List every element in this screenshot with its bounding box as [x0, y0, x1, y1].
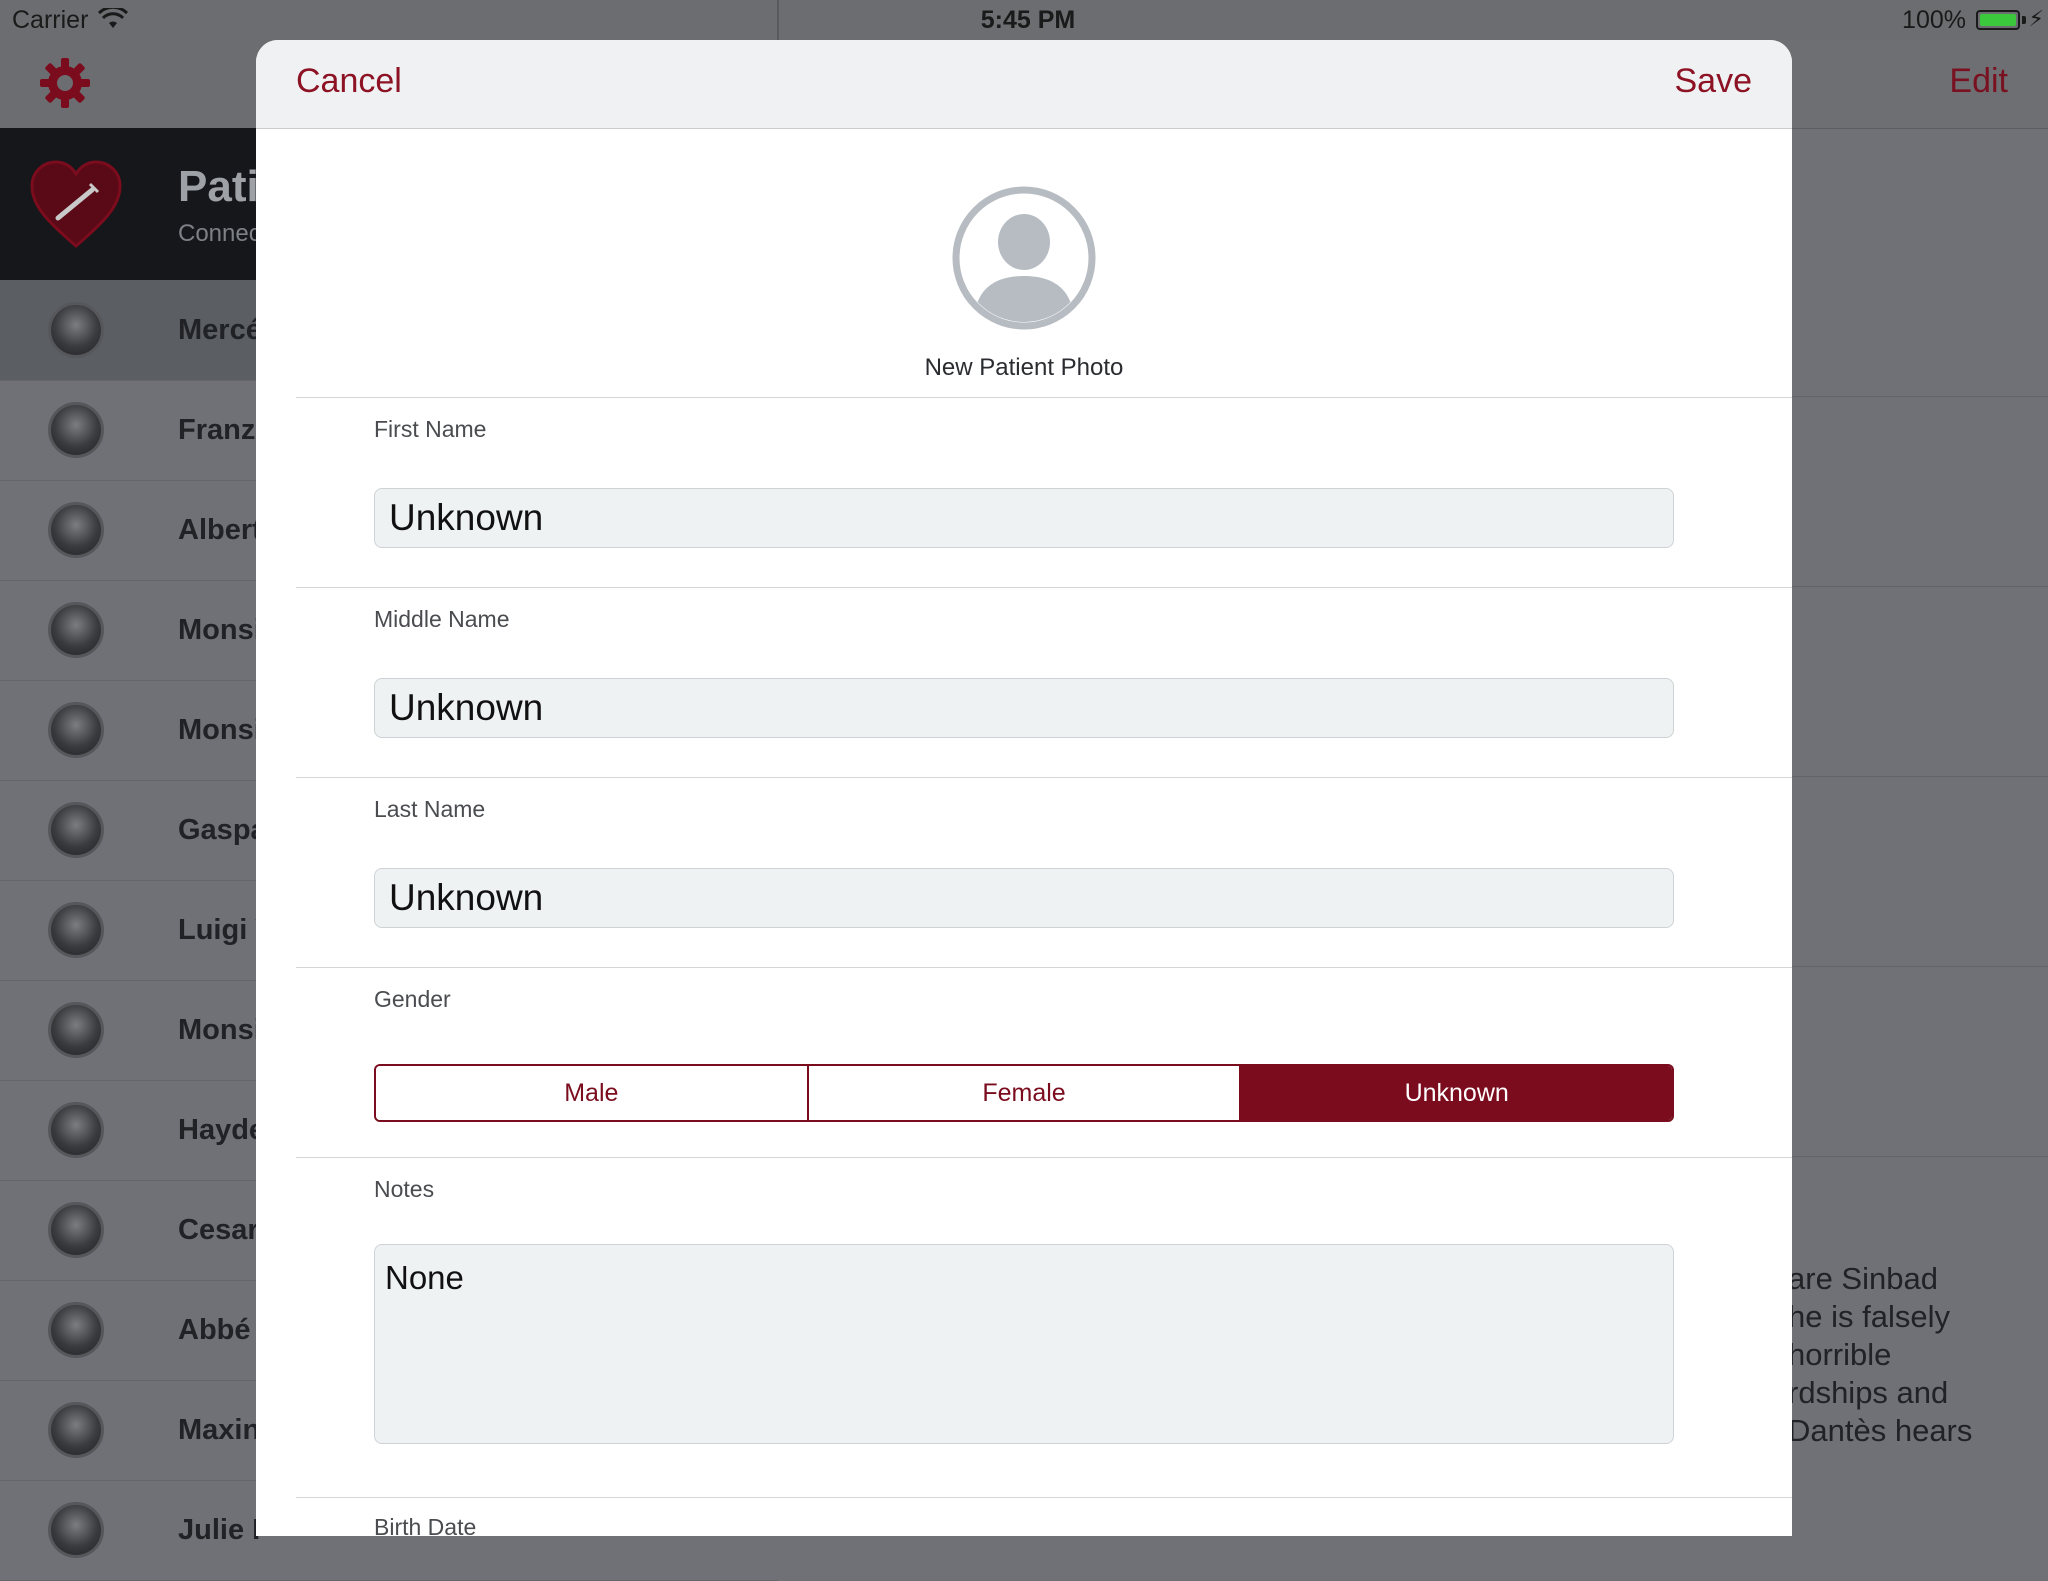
patient-name: Albert [178, 514, 262, 546]
avatar [48, 602, 104, 658]
split-divider [777, 0, 779, 40]
gender-label: Gender [374, 986, 451, 1012]
biography-line: rdships and [1788, 1375, 1949, 1410]
patient-name: Monsi [178, 1014, 262, 1046]
avatar [48, 1102, 104, 1158]
biography-line: he is falsely [1788, 1299, 1950, 1334]
gender-segment-male[interactable]: Male [376, 1066, 809, 1120]
first-name-label: First Name [374, 416, 487, 442]
avatar [48, 302, 104, 358]
avatar [48, 1302, 104, 1358]
patient-name: Cesar [178, 1214, 259, 1246]
new-patient-modal: Cancel Save New Patient Photo First Name… [256, 40, 1792, 1536]
patient-biography: are Sinbad he is falsely horrible rdship… [1788, 1260, 2048, 1450]
clock: 5:45 PM [980, 6, 1076, 34]
separator [296, 1497, 1792, 1498]
separator [296, 397, 1792, 398]
patient-name: Mercé [178, 314, 262, 346]
patient-name: Gaspa [178, 814, 267, 846]
gender-segmented-control: Male Female Unknown [374, 1064, 1674, 1122]
avatar [48, 1002, 104, 1058]
notes-field[interactable]: None [374, 1244, 1674, 1444]
patient-name: Abbé [178, 1314, 251, 1346]
biography-line: horrible [1788, 1337, 1892, 1372]
notes-label: Notes [374, 1176, 435, 1202]
save-button[interactable]: Save [1675, 62, 1753, 101]
modal-navbar: Cancel Save [256, 40, 1792, 129]
last-name-field[interactable] [374, 868, 1674, 928]
first-name-field[interactable] [374, 488, 1674, 548]
photo-label: New Patient Photo [924, 354, 1124, 381]
last-name-label: Last Name [374, 796, 486, 822]
birth-date-label: Birth Date [374, 1514, 477, 1536]
avatar [48, 1402, 104, 1458]
patient-name: Hayde [178, 1114, 266, 1146]
separator [296, 967, 1792, 968]
separator [296, 1157, 1792, 1158]
battery-percentage: 100% [1902, 6, 1966, 34]
avatar [48, 702, 104, 758]
battery-cap [2022, 16, 2026, 24]
battery-icon [1976, 10, 2020, 30]
detail-separator [1790, 396, 2048, 397]
patient-name: Franz [178, 414, 256, 446]
patient-photo-placeholder-icon[interactable] [950, 184, 1098, 332]
app-title: Pati [178, 162, 259, 211]
connection-status: Connec [178, 220, 261, 247]
status-bar: Carrier 5:45 PM 100% ⚡ [0, 0, 2048, 40]
separator [296, 587, 1792, 588]
separator [296, 777, 1792, 778]
edit-button[interactable]: Edit [1949, 62, 2008, 101]
patient-name: Julie I [178, 1514, 261, 1546]
patient-name: Monsi [178, 614, 262, 646]
avatar [48, 1502, 104, 1558]
gender-segment-female[interactable]: Female [808, 1066, 1242, 1120]
middle-name-label: Middle Name [374, 606, 510, 632]
detail-separator [1790, 776, 2048, 777]
detail-separator [1790, 1156, 2048, 1157]
middle-name-field[interactable] [374, 678, 1674, 738]
patient-name: Maxin [178, 1414, 261, 1446]
heart-syringe-logo-icon [30, 160, 122, 248]
charging-icon: ⚡ [2028, 6, 2044, 31]
detail-separator [1790, 966, 2048, 967]
detail-separator [1790, 586, 2048, 587]
patient-name: Monsi [178, 714, 262, 746]
biography-line: Dantès hears [1788, 1413, 1973, 1448]
avatar [48, 502, 104, 558]
avatar [48, 802, 104, 858]
avatar [48, 902, 104, 958]
gender-segment-unknown[interactable]: Unknown [1241, 1066, 1672, 1120]
gear-icon[interactable] [38, 56, 92, 110]
biography-line: are Sinbad [1788, 1261, 1938, 1296]
avatar [48, 402, 104, 458]
cancel-button[interactable]: Cancel [296, 62, 402, 101]
avatar [48, 1202, 104, 1258]
